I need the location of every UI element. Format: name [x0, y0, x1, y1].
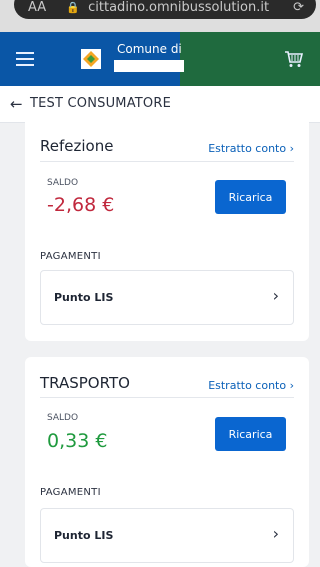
payments-label: PAGAMENTI	[40, 487, 101, 498]
recharge-button[interactable]: Ricarica	[215, 180, 286, 214]
payment-method-row[interactable]: Punto LIS ›	[40, 270, 294, 325]
url-text[interactable]: cittadino.omnibussolution.it	[88, 0, 269, 15]
statement-link[interactable]: Estratto conto ›	[208, 142, 294, 155]
divider	[40, 161, 294, 162]
payment-method-label: Punto LIS	[54, 529, 114, 542]
service-name: TRASPORTO	[40, 374, 130, 392]
page-title: TEST CONSUMATORE	[30, 96, 172, 111]
comune-logo-icon	[81, 49, 101, 69]
browser-bar: AA 🔒 cittadino.omnibussolution.it ⟳	[0, 0, 320, 32]
service-name: Refezione	[40, 137, 114, 155]
chevron-right-icon: ›	[272, 524, 279, 543]
comune-title: Comune di	[117, 42, 182, 56]
balance-label: SALDO	[47, 413, 79, 423]
app-header: Comune di	[0, 32, 320, 86]
service-card-trasporto: TRASPORTO Estratto conto › SALDO 0,33 € …	[25, 357, 309, 567]
divider	[40, 397, 294, 398]
balance-amount: -2,68 €	[47, 194, 115, 216]
reload-icon[interactable]: ⟳	[293, 0, 304, 26]
balance-label: SALDO	[47, 178, 79, 188]
payment-method-row[interactable]: Punto LIS ›	[40, 508, 294, 563]
arrow-left-icon[interactable]: ←	[10, 95, 23, 113]
chevron-right-icon: ›	[272, 286, 279, 305]
reader-settings-button[interactable]: AA	[28, 0, 46, 15]
recharge-button[interactable]: Ricarica	[215, 417, 286, 451]
url-bar[interactable]: AA 🔒 cittadino.omnibussolution.it ⟳	[14, 0, 316, 19]
balance-amount: 0,33 €	[47, 430, 108, 452]
comune-name-redacted	[114, 60, 184, 72]
statement-link[interactable]: Estratto conto ›	[208, 379, 294, 392]
lock-icon: 🔒	[66, 1, 80, 14]
service-card-refezione: Refezione Estratto conto › SALDO -2,68 €…	[25, 121, 309, 341]
hamburger-icon[interactable]	[16, 52, 34, 66]
cart-icon[interactable]	[284, 50, 304, 68]
payments-label: PAGAMENTI	[40, 251, 101, 262]
page-header: ← TEST CONSUMATORE	[0, 86, 320, 123]
payment-method-label: Punto LIS	[54, 291, 114, 304]
